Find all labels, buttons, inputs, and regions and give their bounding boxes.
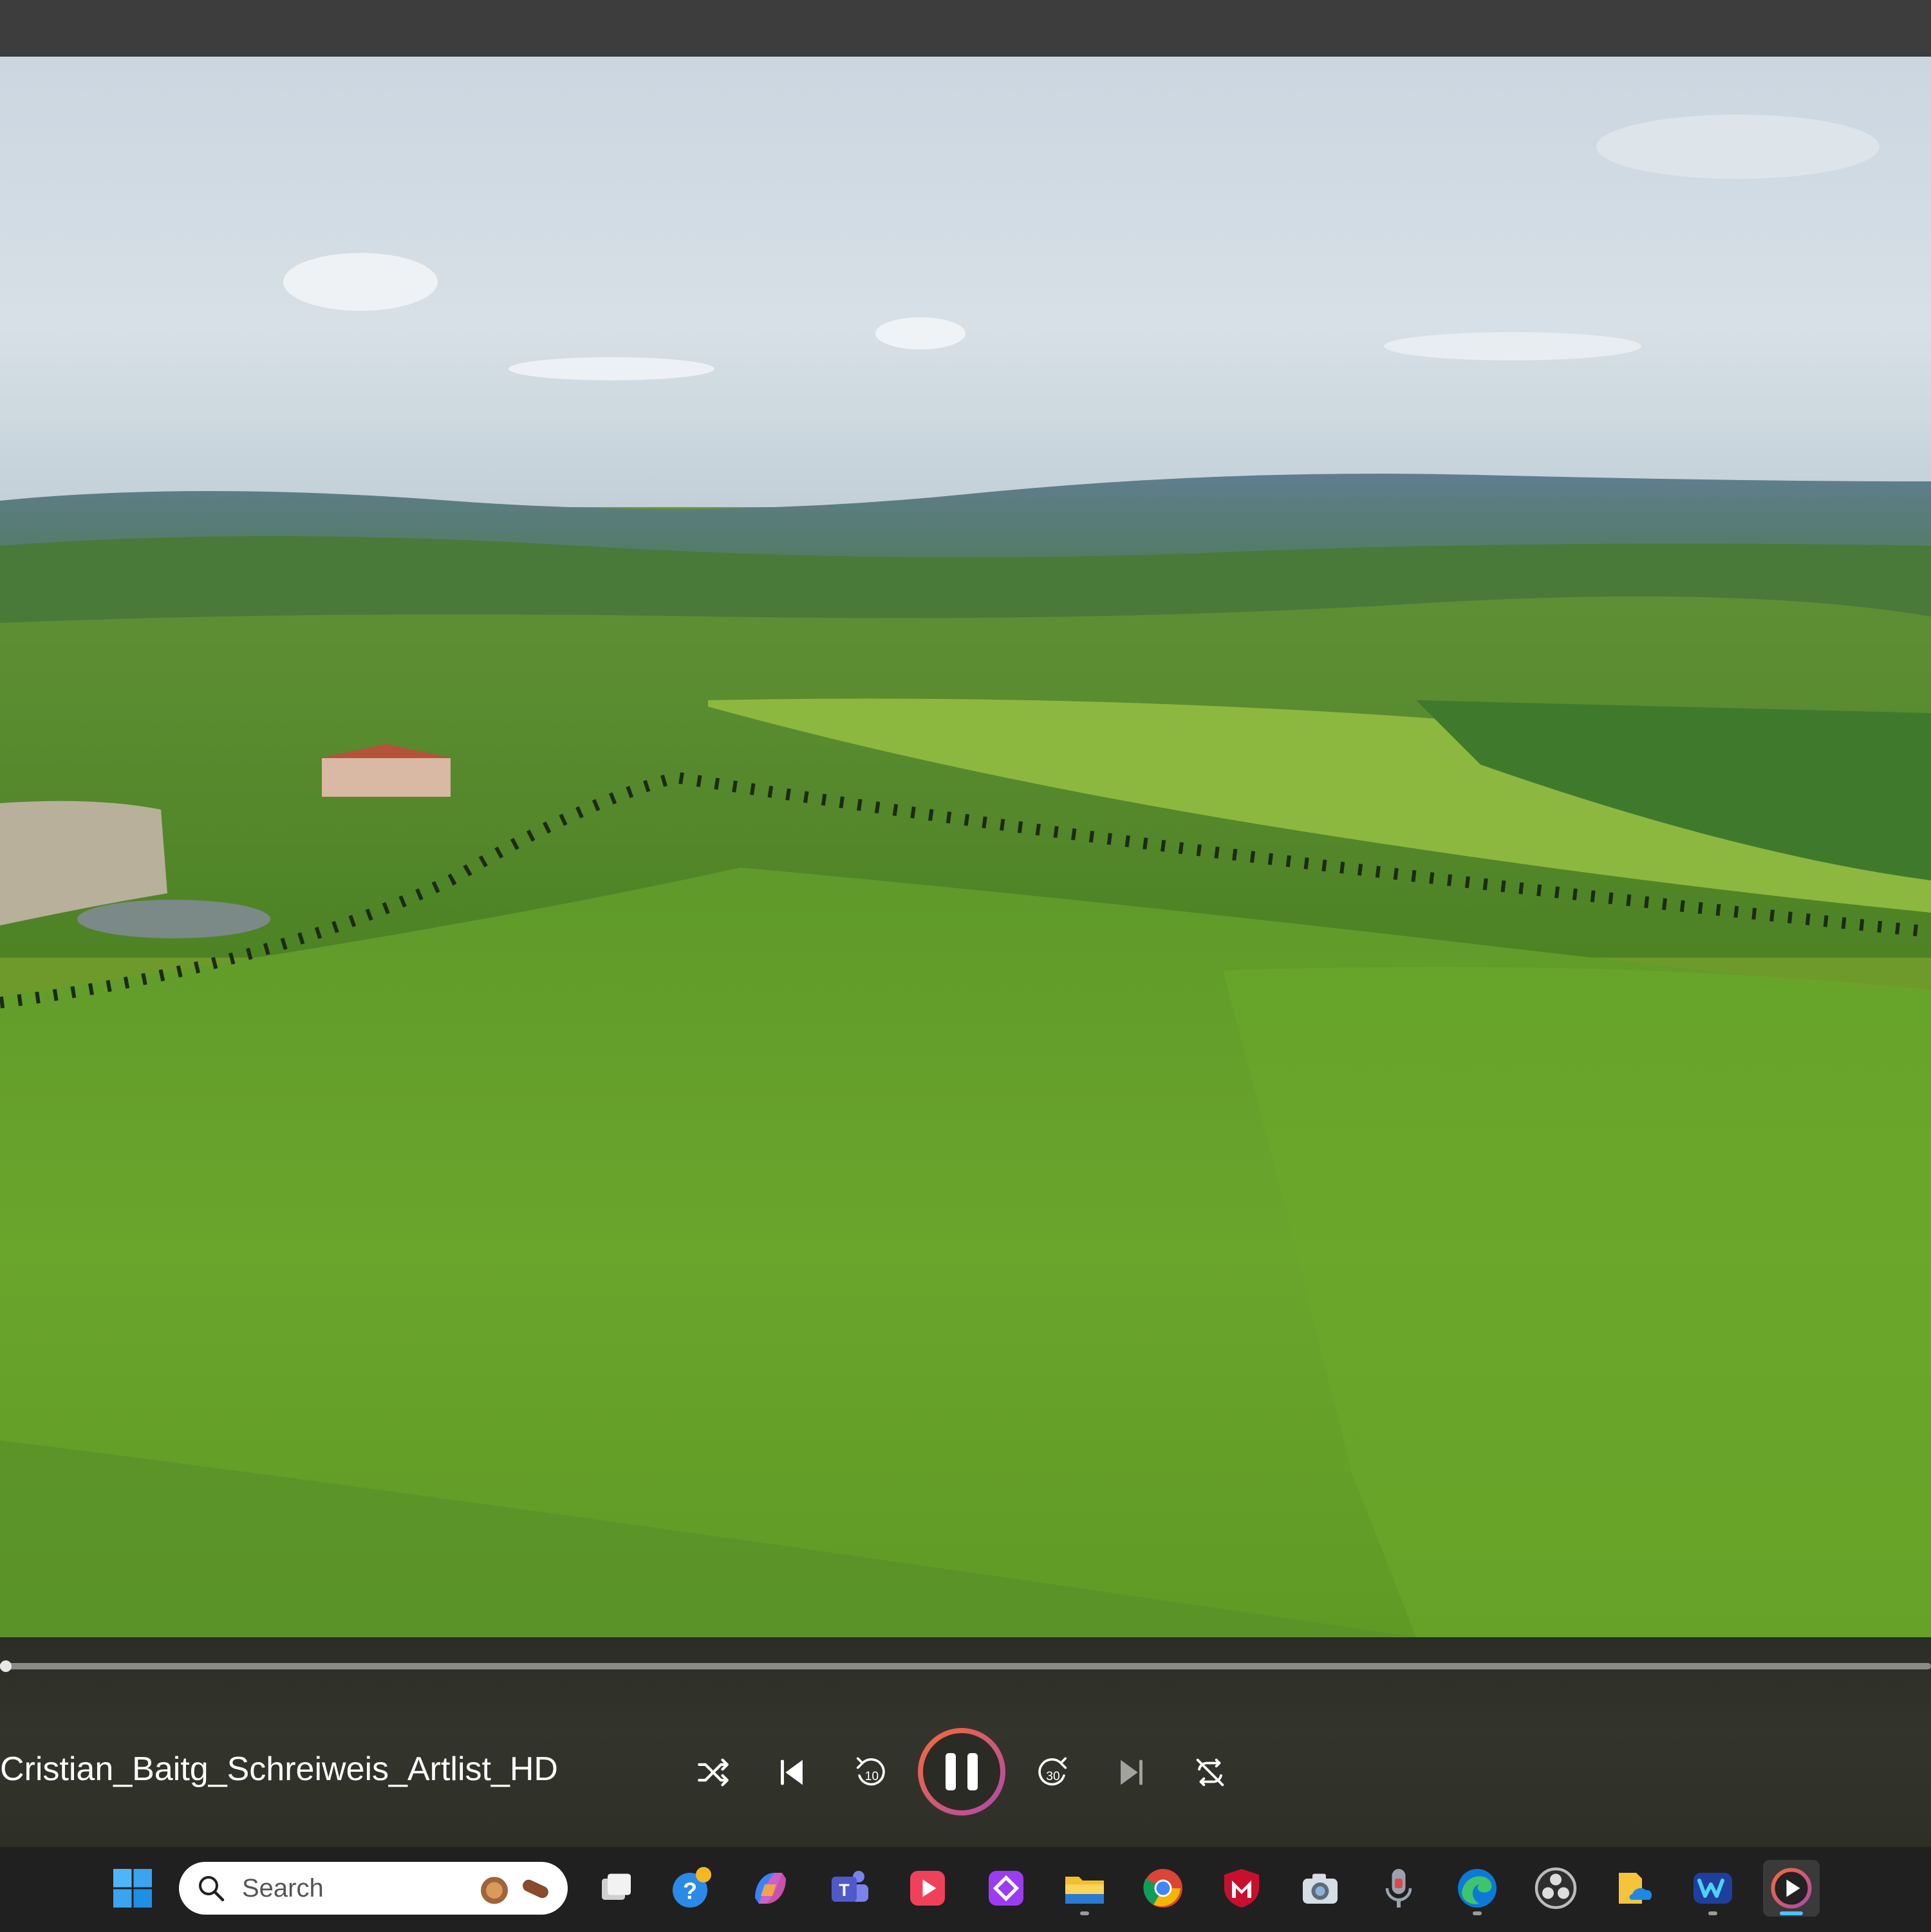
files-app-button[interactable]: [1606, 1860, 1663, 1917]
search-highlight-icon: [481, 1877, 508, 1904]
get-help-button[interactable]: ?: [664, 1860, 720, 1917]
svg-text:?: ?: [683, 1878, 697, 1904]
svg-text:10: 10: [865, 1770, 879, 1783]
get-help-icon: ?: [673, 1867, 711, 1908]
running-indicator: [1473, 1911, 1482, 1915]
edge-button[interactable]: [1449, 1860, 1506, 1917]
obs-button[interactable]: [1527, 1860, 1584, 1917]
teams-button[interactable]: T: [821, 1860, 877, 1917]
camera-button[interactable]: [1292, 1860, 1348, 1917]
file-explorer-icon: [1065, 1877, 1104, 1904]
app-icon: [1693, 1873, 1732, 1904]
teams-icon: T: [832, 1871, 868, 1902]
rewind-10-button[interactable]: 10: [841, 1743, 899, 1801]
copilot-icon: [755, 1873, 786, 1904]
tuscany-landscape-image: [0, 57, 1931, 1637]
mcafee-icon: [1224, 1869, 1259, 1908]
previous-button[interactable]: [763, 1743, 821, 1801]
media-title: Cristian_Baitg_Schreiweis_Artlist_HD: [0, 1751, 558, 1788]
video-app-button[interactable]: [899, 1860, 956, 1917]
video-player-icon: [910, 1871, 945, 1906]
next-icon: [1121, 1760, 1143, 1785]
chrome-icon: [1143, 1869, 1182, 1908]
search-highlight-icon-2: [523, 1879, 548, 1899]
edge-icon: [1458, 1869, 1497, 1908]
obs-icon: [1535, 1867, 1577, 1909]
media-player-icon: [1771, 1868, 1812, 1909]
voice-recorder-icon: [1385, 1869, 1412, 1908]
dev-app-icon: [989, 1871, 1023, 1906]
rewind-10-icon: 10: [856, 1757, 885, 1786]
voice-recorder-button[interactable]: [1370, 1860, 1427, 1917]
start-button[interactable]: [104, 1860, 161, 1917]
camera-icon: [1303, 1873, 1338, 1904]
file-explorer-button[interactable]: [1056, 1860, 1113, 1917]
seek-bar-thumb[interactable]: [0, 1660, 12, 1672]
running-indicator: [1080, 1911, 1089, 1915]
forward-30-icon: 30: [1038, 1757, 1067, 1786]
onedrive-files-icon: [1619, 1873, 1652, 1904]
previous-icon: [781, 1760, 803, 1785]
windows-start-icon: [113, 1869, 152, 1908]
forward-30-button[interactable]: 30: [1024, 1743, 1082, 1801]
svg-text:30: 30: [1046, 1770, 1060, 1783]
task-view-icon: [602, 1873, 631, 1900]
media-player-button[interactable]: [1763, 1860, 1820, 1917]
pause-button[interactable]: [917, 1727, 1006, 1816]
next-button[interactable]: [1103, 1743, 1161, 1801]
seek-bar[interactable]: [0, 1660, 1931, 1672]
running-indicator: [1708, 1911, 1717, 1915]
title-bar: [0, 0, 1931, 57]
repeat-off-icon: [1196, 1758, 1224, 1787]
chrome-button[interactable]: [1135, 1860, 1191, 1917]
taskbar-search[interactable]: Search: [179, 1862, 568, 1915]
search-placeholder: Search: [242, 1874, 324, 1902]
repeat-button[interactable]: [1181, 1743, 1239, 1801]
active-indicator: [1780, 1911, 1803, 1915]
mcafee-button[interactable]: [1213, 1860, 1270, 1917]
copilot-button[interactable]: [742, 1860, 799, 1917]
app-button[interactable]: [1684, 1860, 1741, 1917]
search-icon: [199, 1876, 225, 1902]
svg-text:T: T: [839, 1881, 850, 1900]
video-frame[interactable]: [0, 57, 1931, 1637]
dev-app-button[interactable]: [978, 1860, 1034, 1917]
task-view-button[interactable]: [587, 1860, 644, 1917]
shuffle-button[interactable]: [684, 1743, 742, 1801]
shuffle-icon: [698, 1758, 729, 1787]
